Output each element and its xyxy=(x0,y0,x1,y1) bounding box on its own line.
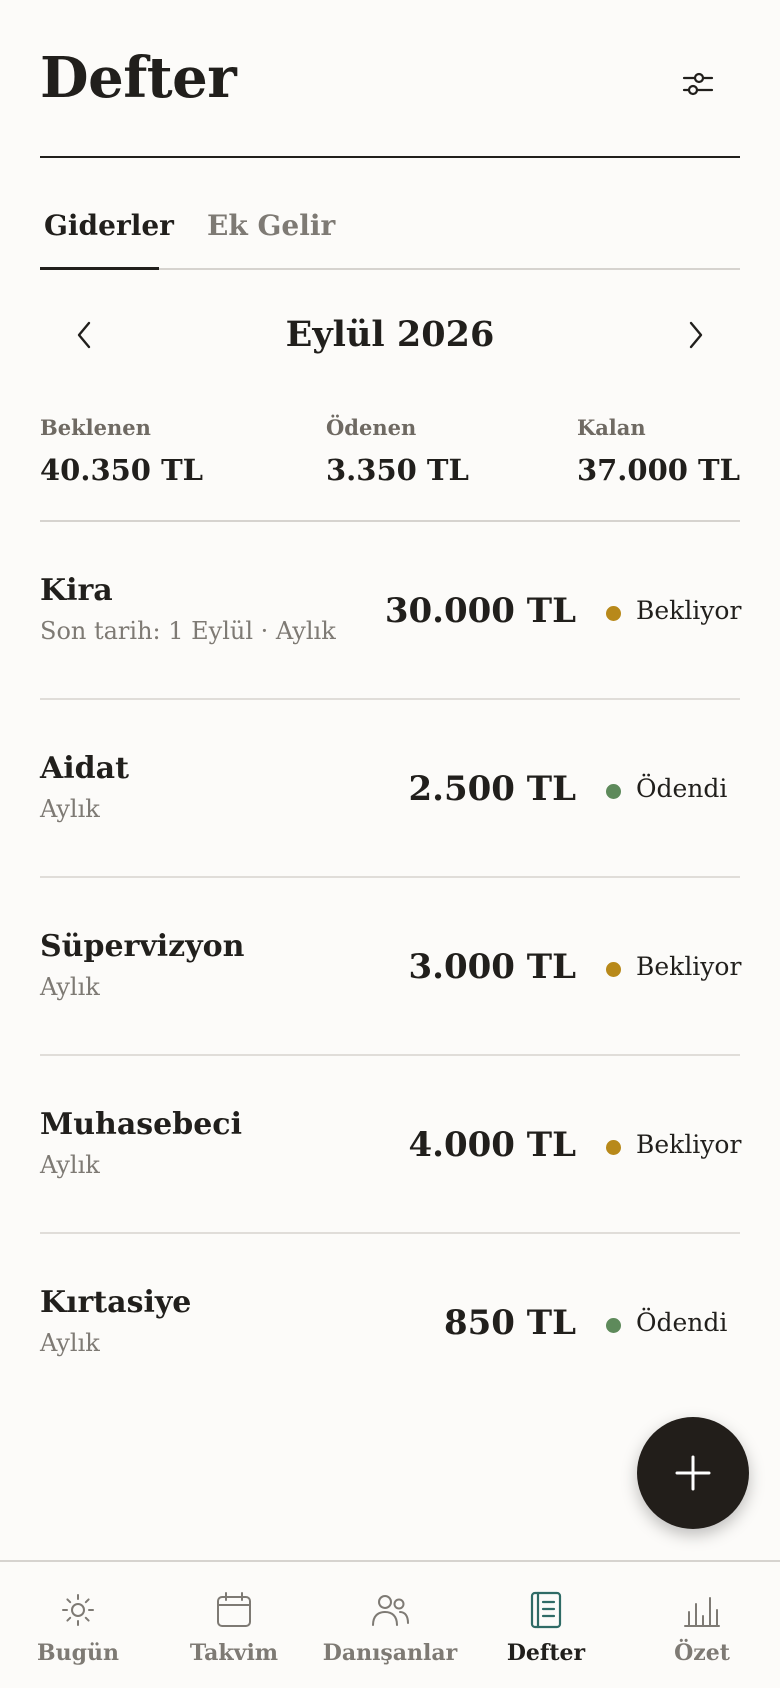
status-label: Bekliyor xyxy=(636,952,742,981)
expense-row-aidat[interactable]: Aidat Aylık 2.500 TL Ödendi xyxy=(40,700,740,878)
summary-paid: Ödenen 3.350 TL xyxy=(326,414,469,488)
expense-subtitle: Aylık xyxy=(40,1329,100,1357)
nav-item-summary[interactable]: Özet xyxy=(624,1562,780,1688)
status-label: Ödendi xyxy=(636,1308,728,1337)
expense-name: Aidat xyxy=(40,751,129,786)
expense-subtitle: Aylık xyxy=(40,1151,100,1179)
bar-chart-icon xyxy=(684,1597,720,1627)
status-dot xyxy=(606,606,621,621)
chevron-right-icon xyxy=(689,321,703,349)
nav-label: Bugün xyxy=(37,1640,119,1666)
users-icon xyxy=(372,1595,409,1626)
filter-button[interactable] xyxy=(678,64,718,104)
expense-amount: 850 TL xyxy=(443,1303,576,1343)
calendar-icon xyxy=(217,1592,251,1627)
expense-row-supervizyon[interactable]: Süpervizyon Aylık 3.000 TL Bekliyor xyxy=(40,878,742,1056)
expense-list: Kira Son tarih: 1 Eylül · Aylık 30.000 T… xyxy=(40,522,742,1412)
expense-subtitle: Aylık xyxy=(40,795,100,823)
expense-name: Muhasebeci xyxy=(40,1107,242,1142)
summary-expected-label: Beklenen xyxy=(40,415,151,440)
nav-label: Özet xyxy=(674,1640,730,1666)
status-dot xyxy=(606,1140,621,1155)
nav-item-today[interactable]: Bugün xyxy=(0,1562,156,1688)
expense-amount: 3.000 TL xyxy=(408,947,576,987)
expense-amount: 30.000 TL xyxy=(384,591,576,631)
status-label: Bekliyor xyxy=(636,596,742,625)
month-navigator: Eylül 2026 xyxy=(40,305,740,365)
page-title: Defter xyxy=(40,45,237,111)
ledger-screen: Defter Giderler Ek Gelir Eylül 2026 Bekl… xyxy=(0,0,780,1688)
expense-amount: 2.500 TL xyxy=(408,769,576,809)
status-dot xyxy=(606,784,621,799)
expense-row-kirtasiye[interactable]: Kırtasiye Aylık 850 TL Ödendi xyxy=(40,1234,740,1412)
expense-subtitle: Aylık xyxy=(40,973,100,1001)
expense-row-muhasebeci[interactable]: Muhasebeci Aylık 4.000 TL Bekliyor xyxy=(40,1056,742,1234)
tab-extra-income[interactable]: Ek Gelir xyxy=(207,208,335,244)
summary-expected-value: 40.350 TL xyxy=(40,453,204,487)
summary-remaining: Kalan 37.000 TL xyxy=(577,414,740,488)
summary-remaining-value: 37.000 TL xyxy=(576,453,740,487)
next-month-button[interactable] xyxy=(676,315,716,355)
expense-amount: 4.000 TL xyxy=(408,1125,576,1165)
summary-paid-value: 3.350 TL xyxy=(326,453,469,487)
expense-name: Süpervizyon xyxy=(40,929,245,964)
nav-item-ledger[interactable]: Defter xyxy=(468,1562,624,1688)
header: Defter xyxy=(40,0,740,158)
expense-subtitle: Son tarih: 1 Eylül · Aylık xyxy=(40,617,336,645)
add-expense-button[interactable] xyxy=(637,1417,749,1529)
sun-icon xyxy=(62,1594,94,1626)
summary-remaining-label: Kalan xyxy=(576,415,646,440)
nav-label: Takvim xyxy=(189,1640,279,1666)
expense-name: Kira xyxy=(40,573,113,608)
sliders-icon xyxy=(682,72,714,96)
active-tab-indicator xyxy=(40,267,159,270)
bottom-nav: Bugün Takvim Danışanlar Defter Özet xyxy=(0,1560,780,1688)
summary-bar: Beklenen 40.350 TL Ödenen 3.350 TL Kalan… xyxy=(40,410,740,522)
ledger-icon xyxy=(530,1591,562,1629)
status-dot xyxy=(606,1318,621,1333)
nav-label: Defter xyxy=(506,1640,586,1666)
summary-paid-label: Ödenen xyxy=(326,415,417,440)
expense-name: Kırtasiye xyxy=(40,1285,192,1320)
expense-row-kira[interactable]: Kira Son tarih: 1 Eylül · Aylık 30.000 T… xyxy=(40,522,742,700)
tab-expenses[interactable]: Giderler xyxy=(44,208,174,244)
status-label: Bekliyor xyxy=(636,1130,742,1159)
tab-bar: Giderler Ek Gelir xyxy=(40,196,740,270)
nav-item-clients[interactable]: Danışanlar xyxy=(312,1562,468,1688)
month-label: Eylül 2026 xyxy=(285,314,495,355)
summary-expected: Beklenen 40.350 TL xyxy=(40,414,203,488)
plus-icon xyxy=(675,1455,711,1491)
nav-item-calendar[interactable]: Takvim xyxy=(156,1562,312,1688)
status-dot xyxy=(606,962,621,977)
status-label: Ödendi xyxy=(636,774,728,803)
nav-label: Danışanlar xyxy=(322,1640,458,1666)
